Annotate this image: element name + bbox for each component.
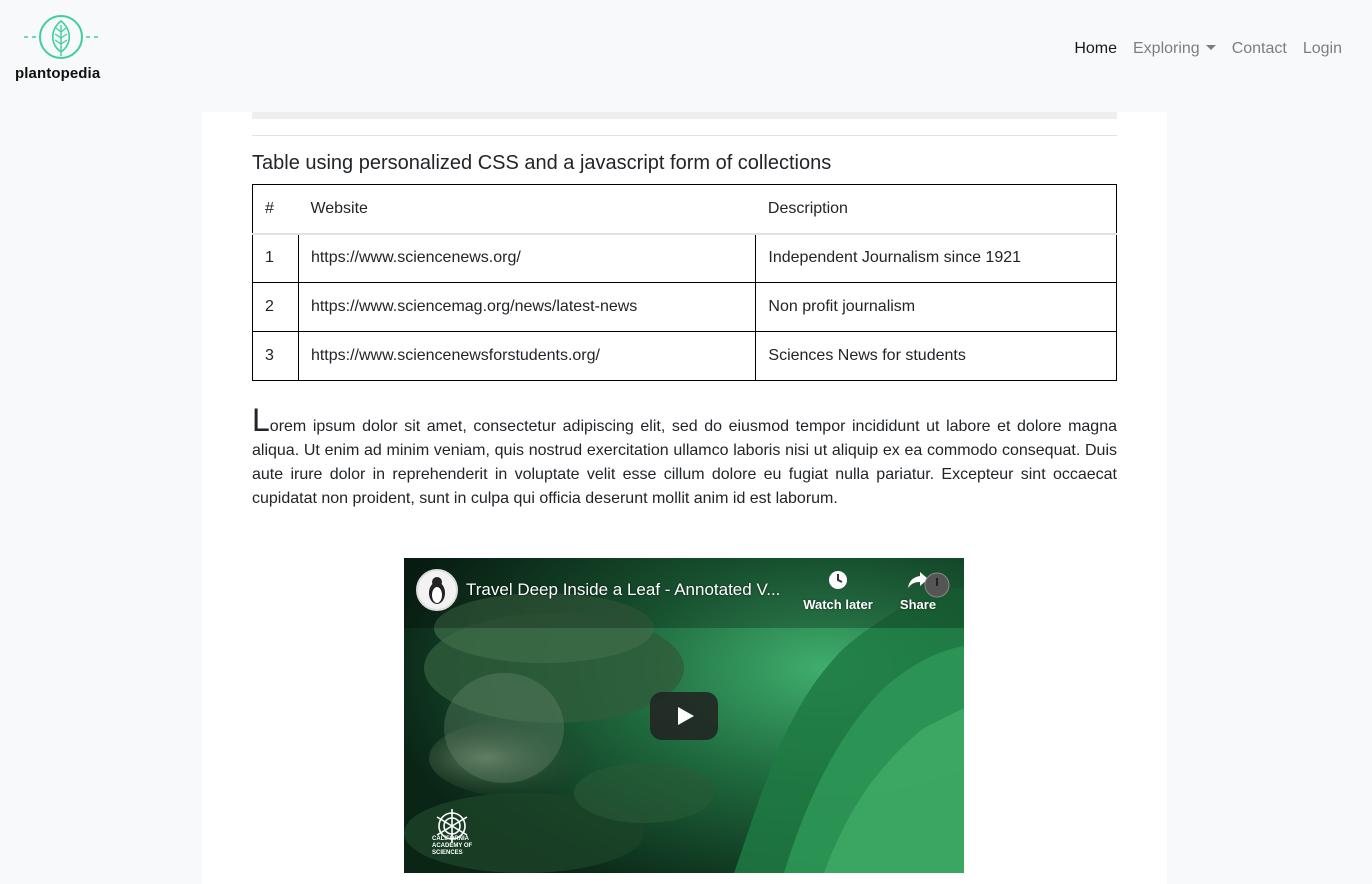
nav-exploring-label: Exploring [1133,40,1200,57]
caret-down-icon [1205,45,1216,50]
table-caption: Table using personalized CSS and a javas… [252,152,832,174]
leaf-icon [24,15,98,59]
header-number: # [252,184,299,234]
cell-website: https://www.sciencenewsforstudents.org/ [297,331,757,381]
brand-logo[interactable]: plantopedia [14,14,110,86]
cell-description: Non profit journalism [755,282,1117,332]
nav-contact[interactable]: Contact [1224,38,1295,60]
penguin-icon [429,577,445,604]
cell-description: Sciences News for students [755,331,1117,381]
nav-login[interactable]: Login [1295,38,1350,60]
header-description: Description [755,184,1117,234]
main-container: Table using personalized CSS and a javas… [202,112,1167,884]
table-header-row: # Website Description [252,184,1117,234]
channel-avatar[interactable] [416,569,458,611]
cell-website: https://www.sciencenews.org/ [297,233,757,283]
nav-exploring[interactable]: Exploring [1125,38,1224,60]
watch-later-label: Watch later [803,597,873,612]
section-strip [252,112,1117,119]
info-icon[interactable] [924,572,950,598]
nav-menu: Home Exploring Contact Login [1066,38,1350,60]
video-title[interactable]: Travel Deep Inside a Leaf - Annotated V.… [466,580,780,600]
cell-website: https://www.sciencemag.org/news/latest-n… [297,282,757,332]
cell-number: 3 [252,331,299,381]
navbar: plantopedia Home Exploring Contact Login [0,0,1372,112]
academy-watermark: CALIFORNIA ACADEMY OF SCIENCES [432,836,473,856]
cell-description: Independent Journalism since 1921 [755,233,1117,283]
brand-name: plantopedia [15,65,101,82]
nav-home[interactable]: Home [1066,38,1125,60]
cell-number: 2 [252,282,299,332]
lorem-text: orem ipsum dolor sit amet, consectetur a… [252,418,1117,507]
watch-later-button[interactable]: Watch later [798,570,878,612]
table-row: 3 https://www.sciencenewsforstudents.org… [252,331,1117,381]
play-button[interactable] [650,692,718,740]
cell-number: 1 [252,233,299,283]
header-website: Website [298,184,756,234]
table-row: 1 https://www.sciencenews.org/ Independe… [252,233,1117,283]
share-label: Share [899,597,937,612]
table-row: 2 https://www.sciencemag.org/news/latest… [252,282,1117,332]
lorem-paragraph: Lorem ipsum dolor sit amet, consectetur … [252,404,1117,511]
video-embed[interactable]: Travel Deep Inside a Leaf - Annotated V.… [404,558,964,873]
clock-icon [829,571,847,589]
websites-table: # Website Description 1 https://www.scie… [252,184,1117,381]
dropcap: L [252,402,270,438]
divider [252,135,1117,136]
